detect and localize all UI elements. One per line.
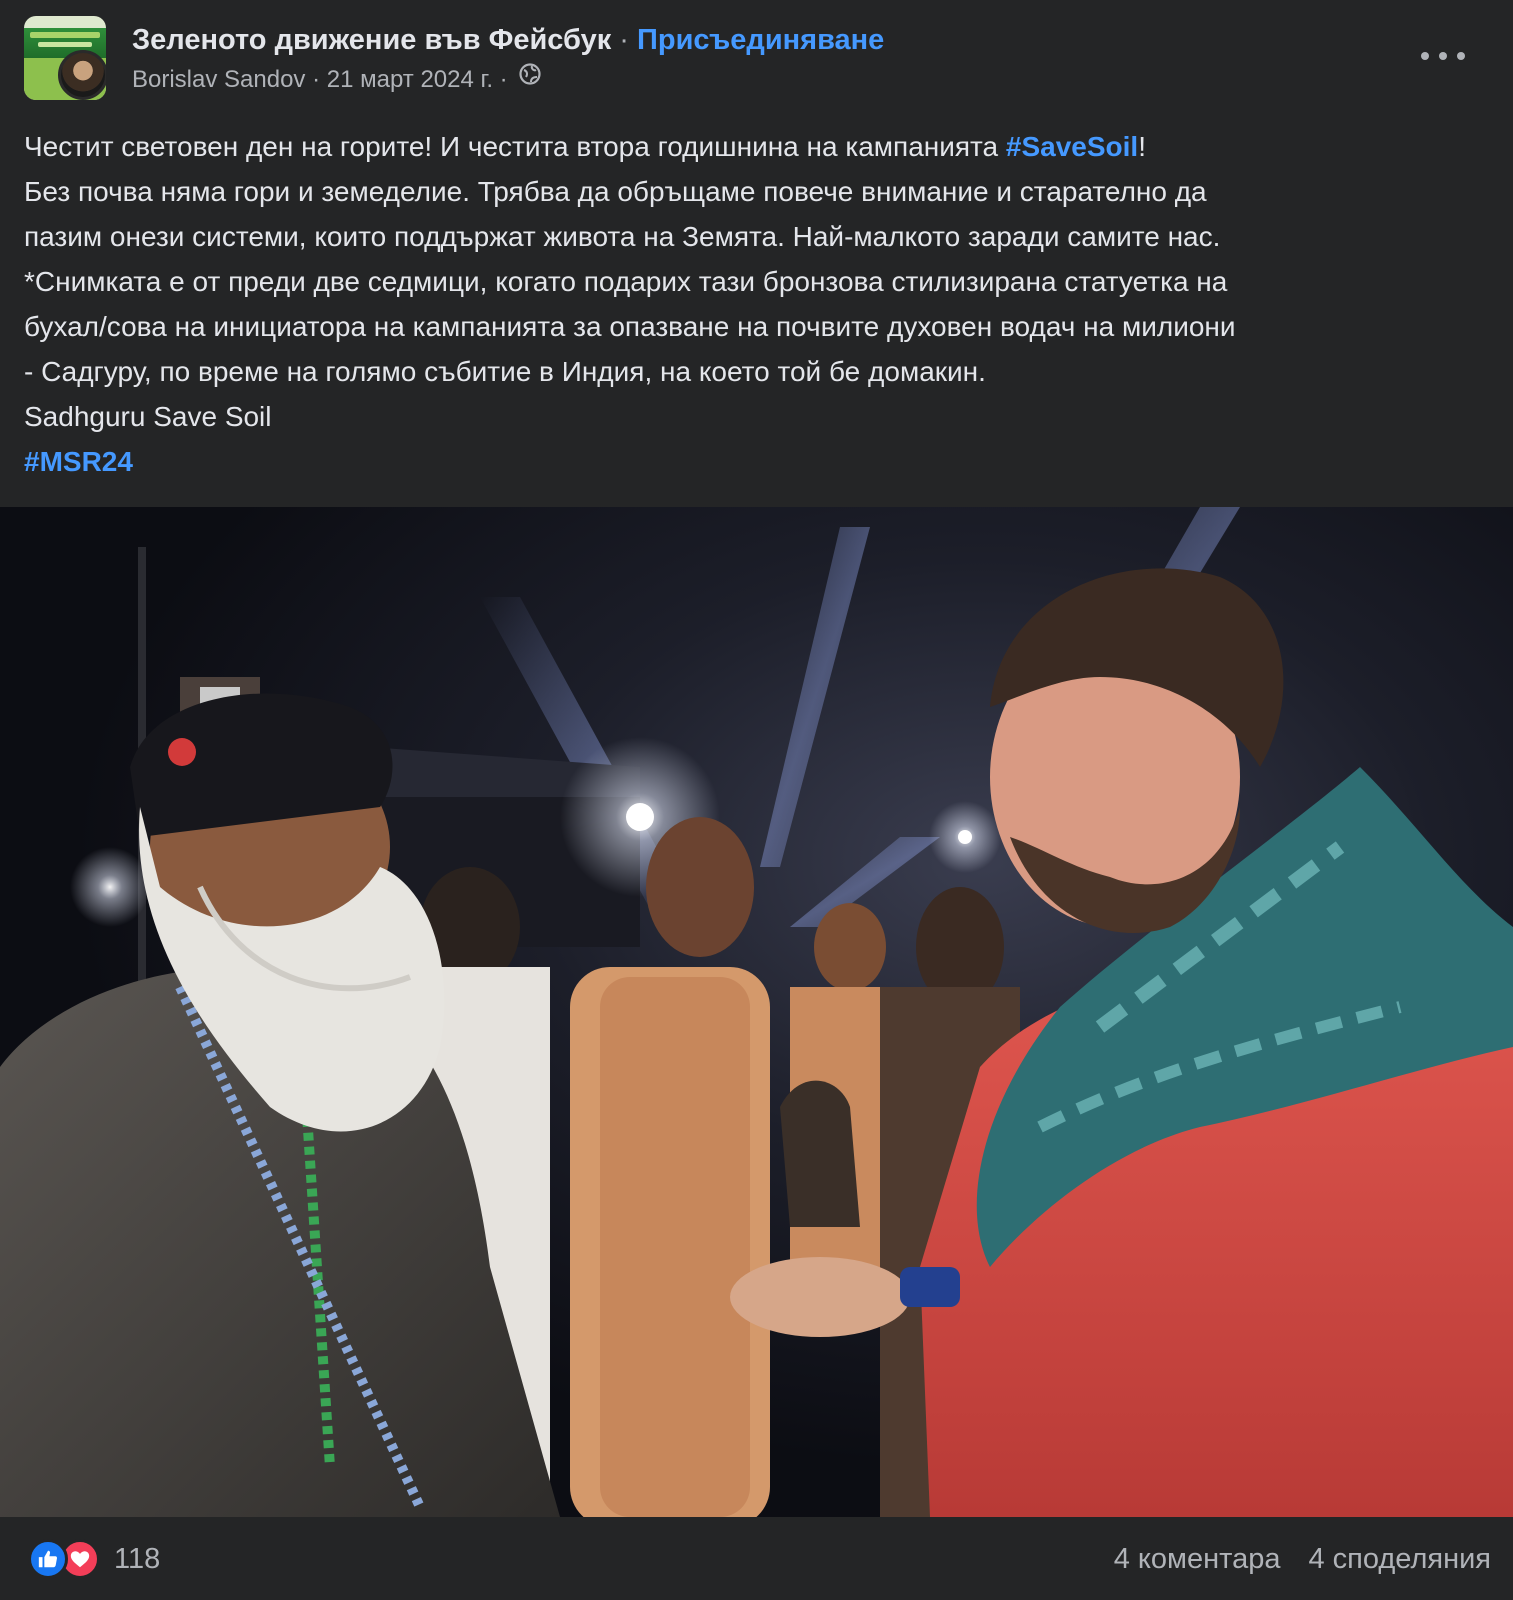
post-photo[interactable] bbox=[0, 507, 1513, 1517]
like-icon bbox=[28, 1539, 68, 1579]
post-header: Зеленото движение във Фейсбук · Присъеди… bbox=[24, 16, 1489, 108]
post-line: пазим онези системи, които поддържат жив… bbox=[24, 221, 1221, 252]
post-line: - Садгуру, по време на голямо събитие в … bbox=[24, 356, 986, 387]
post-footer: 118 4 коментара 4 споделяния bbox=[0, 1517, 1513, 1600]
post-line: Sadhguru Save Soil bbox=[24, 401, 272, 432]
photo-illustration bbox=[0, 507, 1513, 1517]
group-name-link[interactable]: Зеленото движение във Фейсбук bbox=[132, 24, 611, 56]
post-line: бухал/сова на инициатора на кампанията з… bbox=[24, 311, 1236, 342]
post-line: Честит световен ден на горите! И честита… bbox=[24, 131, 1146, 162]
more-options-icon[interactable] bbox=[1421, 44, 1465, 68]
meta-separator: · bbox=[305, 66, 327, 93]
reactions-summary[interactable]: 118 bbox=[28, 1537, 160, 1581]
hashtag-savesoil[interactable]: #SaveSoil bbox=[1006, 131, 1138, 162]
reaction-count[interactable]: 118 bbox=[114, 1543, 160, 1576]
author-name[interactable]: Borislav Sandov bbox=[132, 66, 305, 93]
group-avatar[interactable] bbox=[24, 16, 106, 100]
join-group-link[interactable]: Присъединяване bbox=[637, 24, 884, 56]
post-line: #MSR24 bbox=[24, 439, 1494, 484]
hashtag-msr24[interactable]: #MSR24 bbox=[24, 446, 133, 477]
title-separator: · bbox=[611, 24, 638, 56]
post-line: *Снимката е от преди две седмици, когато… bbox=[24, 266, 1228, 297]
globe-icon[interactable] bbox=[518, 62, 542, 95]
facebook-post: Зеленото движение във Фейсбук · Присъеди… bbox=[0, 0, 1513, 1600]
comments-count-link[interactable]: 4 коментара bbox=[1114, 1543, 1281, 1576]
engagement-counts: 4 коментара 4 споделяния bbox=[1114, 1537, 1491, 1581]
post-meta: Borislav Sandov · 21 март 2024 г. · bbox=[132, 62, 542, 97]
shares-count-link[interactable]: 4 споделяния bbox=[1308, 1543, 1491, 1576]
post-message: Честит световен ден на горите! И честита… bbox=[24, 124, 1494, 484]
post-title-line: Зеленото движение във Фейсбук · Присъеди… bbox=[132, 22, 884, 58]
meta-separator-2: · bbox=[493, 66, 515, 93]
author-avatar[interactable] bbox=[58, 50, 106, 100]
post-date[interactable]: 21 март 2024 г. bbox=[327, 66, 493, 93]
post-line: Без почва няма гори и земеделие. Трябва … bbox=[24, 176, 1207, 207]
